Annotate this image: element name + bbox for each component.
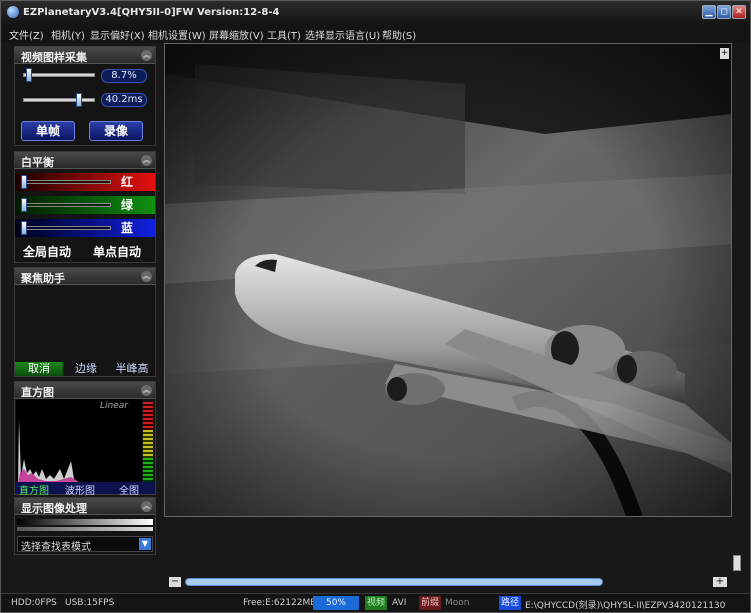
- blue-slider-thumb[interactable]: [21, 221, 27, 235]
- red-balance-slider[interactable]: 红: [15, 173, 155, 191]
- hscroll-thumb[interactable]: [185, 578, 603, 586]
- auto-point-button[interactable]: 单点自动: [93, 243, 141, 260]
- hscroll-left-button[interactable]: −: [169, 577, 181, 587]
- blue-slider-track: [23, 226, 111, 230]
- lut-mode-select[interactable]: 选择查找表模式 ▼: [17, 536, 153, 553]
- app-logo-icon: [7, 6, 19, 18]
- path-value: E:\QHYCCD(刻录)\QHY5L-II\EZPV3420121130: [525, 601, 726, 611]
- restore-button[interactable]: ◻: [717, 5, 731, 19]
- video-sampling-panel: 视频图样采集 ︽ 8.7% 40.2ms 单帧 录像: [14, 46, 156, 146]
- usb-fps: USB:15FPS: [65, 598, 115, 608]
- tab-full-image[interactable]: 全图: [119, 482, 139, 497]
- path-label: 路径: [499, 596, 522, 610]
- red-label: 红: [121, 175, 134, 189]
- exposure-slider-thumb[interactable]: [75, 93, 82, 107]
- green-balance-slider[interactable]: 绿: [15, 196, 155, 214]
- menu-file[interactable]: 文件(Z): [9, 27, 44, 42]
- exposure-value: 40.2ms: [101, 93, 147, 107]
- menu-help[interactable]: 帮助(S): [382, 27, 416, 42]
- level-meter: [143, 402, 153, 482]
- hdd-fps: HDD:0FPS: [11, 598, 57, 608]
- window-title: EZPlanetaryV3.4[QHY5II-0]FW Version:12-8…: [23, 7, 280, 18]
- prefix-label: 前缀: [419, 596, 442, 610]
- hscroll-right-button[interactable]: +: [713, 577, 727, 587]
- image-viewer[interactable]: +: [164, 43, 732, 517]
- histogram-tabs: 直方图 波形图 全图: [15, 482, 155, 497]
- panel-title: 视频图样采集: [21, 51, 87, 64]
- progress-percent: 50%: [313, 596, 359, 610]
- panel-header: 聚焦助手 ︽: [15, 268, 155, 285]
- status-bar: HDD:0FPS USB:15FPS Free:E:62122MB 50% 视频…: [1, 593, 750, 612]
- panel-header: 白平衡 ︽: [15, 152, 155, 169]
- gain-slider-thumb[interactable]: [26, 68, 33, 82]
- green-slider-track: [23, 203, 111, 207]
- auto-all-button[interactable]: 全局自动: [23, 243, 71, 260]
- record-button[interactable]: 录像: [89, 121, 143, 141]
- green-label: 绿: [121, 198, 134, 212]
- collapse-icon[interactable]: ︽: [141, 385, 152, 396]
- lut-gradient-bar-2: [17, 527, 153, 531]
- close-button[interactable]: ✕: [732, 5, 746, 19]
- panel-header: 直方图 ︽: [15, 382, 155, 399]
- gain-slider-track[interactable]: [23, 73, 95, 77]
- histogram-graph: [18, 419, 80, 483]
- vertical-scroll-thumb[interactable]: [733, 555, 741, 571]
- menu-screen-zoom[interactable]: 屏幕缩放(V): [209, 27, 264, 42]
- video-label: 视频: [365, 596, 388, 610]
- blue-label: 蓝: [121, 221, 134, 235]
- video-format: AVI: [392, 598, 407, 608]
- green-slider-thumb[interactable]: [21, 198, 27, 212]
- focus-assist-panel: 聚焦助手 ︽ 取消 边缘 半峰高: [14, 267, 156, 377]
- prefix-value: Moon: [445, 598, 470, 608]
- histogram-scale-label: Linear: [100, 401, 128, 411]
- display-processing-panel: 显示图像处理 ︽ 选择查找表模式 ▼: [14, 497, 156, 555]
- menu-bar: 文件(Z) 相机(Y) 显示偏好(X) 相机设置(W) 屏幕缩放(V) 工具(T…: [1, 23, 750, 43]
- collapse-icon[interactable]: ︽: [141, 501, 152, 512]
- white-balance-panel: 白平衡 ︽ 红 绿 蓝 全局自动 单点自动: [14, 151, 156, 263]
- red-slider-track: [23, 180, 111, 184]
- lut-mode-value: 选择查找表模式: [21, 542, 91, 553]
- tab-waveform[interactable]: 波形图: [65, 482, 95, 497]
- panel-title: 白平衡: [21, 156, 54, 169]
- panel-title: 显示图像处理: [21, 502, 87, 515]
- focus-tab-cancel[interactable]: 取消: [15, 362, 63, 376]
- panel-header: 视频图样采集 ︽: [15, 47, 155, 64]
- lut-gradient-bar: [17, 519, 153, 525]
- menu-camera-settings[interactable]: 相机设置(W): [148, 27, 206, 42]
- tab-histogram[interactable]: 直方图: [19, 482, 49, 497]
- collapse-icon[interactable]: ︽: [141, 50, 152, 61]
- focus-tab-fwhm[interactable]: 半峰高: [109, 362, 155, 376]
- focus-tab-edge[interactable]: 边缘: [63, 362, 109, 376]
- minimize-button[interactable]: ▁: [702, 5, 716, 19]
- vscroll-top-button[interactable]: +: [720, 48, 729, 59]
- title-bar[interactable]: EZPlanetaryV3.4[QHY5II-0]FW Version:12-8…: [1, 1, 750, 23]
- collapse-icon[interactable]: ︽: [141, 271, 152, 282]
- menu-language[interactable]: 选择显示语言(U): [305, 27, 380, 42]
- histogram-panel: 直方图 ︽ Linear 直方图 波形图 全图: [14, 381, 156, 497]
- app-window: EZPlanetaryV3.4[QHY5II-0]FW Version:12-8…: [0, 0, 751, 613]
- blue-balance-slider[interactable]: 蓝: [15, 219, 155, 237]
- collapse-icon[interactable]: ︽: [141, 155, 152, 166]
- exposure-slider-track[interactable]: [23, 98, 95, 102]
- gain-value: 8.7%: [101, 69, 147, 83]
- single-frame-button[interactable]: 单帧: [21, 121, 75, 141]
- menu-display-prefs[interactable]: 显示偏好(X): [90, 27, 145, 42]
- free-space: Free:E:62122MB: [243, 598, 317, 608]
- histogram-plot: Linear: [16, 399, 142, 485]
- panel-header: 显示图像处理 ︽: [15, 498, 155, 515]
- menu-camera[interactable]: 相机(Y): [51, 27, 85, 42]
- panel-title: 直方图: [21, 386, 54, 399]
- camera-preview-image: [165, 44, 731, 516]
- menu-tools[interactable]: 工具(T): [267, 27, 301, 42]
- chevron-down-icon[interactable]: ▼: [139, 538, 151, 550]
- red-slider-thumb[interactable]: [21, 175, 27, 189]
- panel-title: 聚焦助手: [21, 272, 65, 285]
